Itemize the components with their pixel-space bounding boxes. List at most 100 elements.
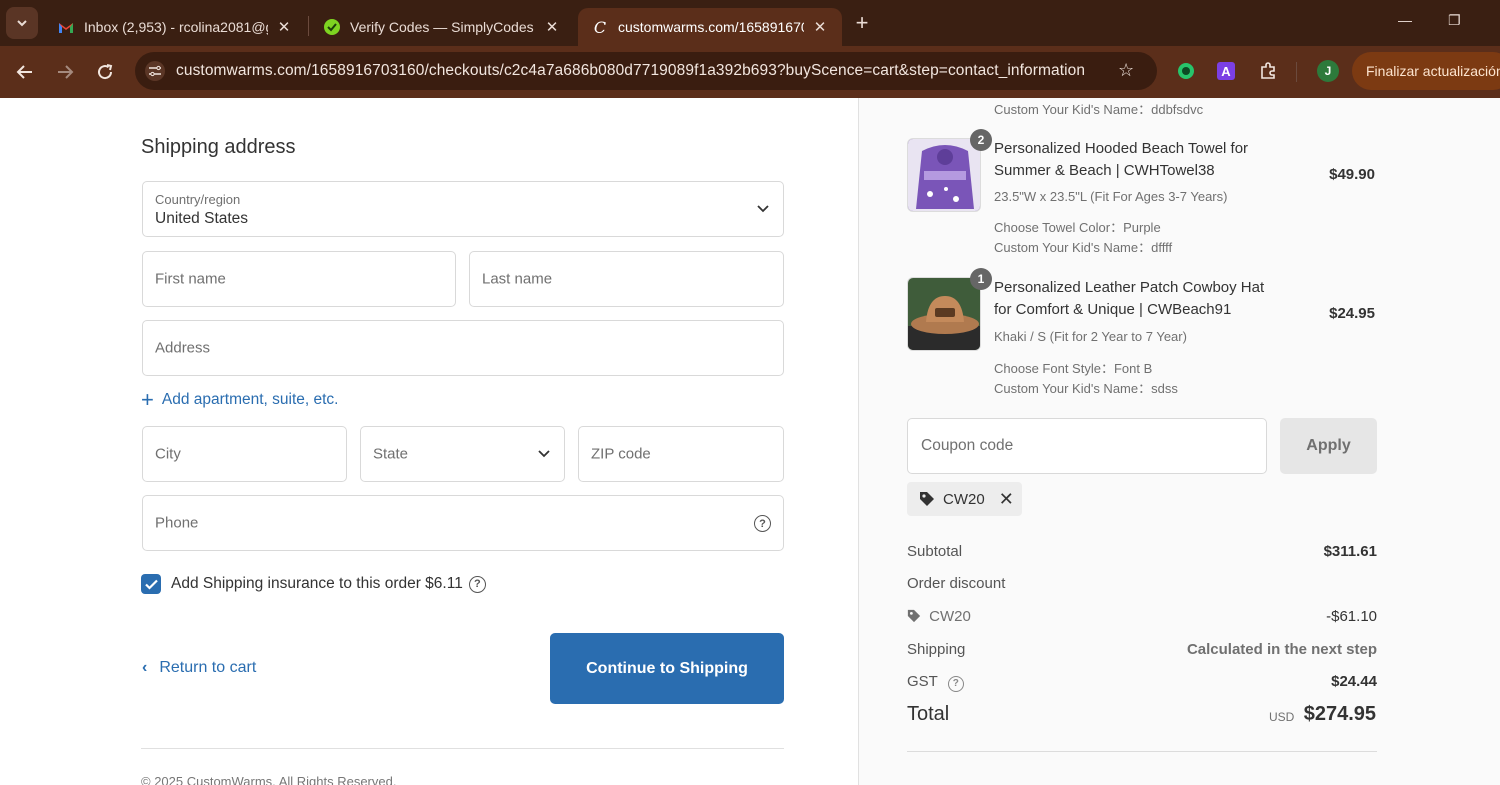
tab-title: Inbox (2,953) - rcolina2081@gm [84,19,268,35]
order-summary: Custom Your Kid's Name：ddbfsdvc 2 Person… [858,98,1500,785]
zip-code-placeholder: ZIP code [591,445,651,463]
shipping-row: Shipping Calculated in the next step [907,641,1377,658]
discount-code-row: CW20 -$61.10 [907,608,1377,625]
profile-avatar[interactable]: J [1317,60,1339,82]
apply-coupon-button[interactable]: Apply [1280,418,1377,474]
product-name: Personalized Leather Patch Cowboy Hat fo… [994,279,1265,318]
product-variant: 23.5"W x 23.5"L (Fit For Ages 3-7 Years) [994,189,1228,204]
help-icon[interactable]: ? [947,675,964,692]
order-discount-label: Order discount [907,575,1006,592]
city-placeholder: City [155,445,181,463]
first-name-field[interactable]: First name [142,251,456,307]
tab-customwarms[interactable]: C customwarms.com/1658916703 ✕ [578,8,842,46]
coupon-placeholder: Coupon code [921,437,1014,454]
tab-gmail[interactable]: Inbox (2,953) - rcolina2081@gm ✕ [44,8,306,46]
quantity-badge: 2 [970,129,992,151]
add-apartment-label: Add apartment, suite, etc. [161,391,339,408]
last-name-placeholder: Last name [482,270,553,288]
site-settings-icon[interactable] [145,61,165,81]
extension-green-icon[interactable] [1175,60,1197,82]
remove-coupon-icon[interactable]: ✕ [999,489,1014,510]
chevron-down-icon [17,20,27,27]
copyright-text: © 2025 CustomWarms. All Rights Reserved. [141,774,397,785]
gst-label: GST [907,673,938,690]
summary-divider [907,751,1377,752]
insurance-option[interactable]: Add Shipping insurance to this order $6.… [141,574,486,594]
reload-icon [98,64,113,80]
browser-tab-bar: Inbox (2,953) - rcolina2081@gm ✕ Verify … [0,0,1500,46]
checkmark-icon [144,579,158,590]
quantity-badge: 1 [970,268,992,290]
towel-product-image [907,138,981,212]
bookmark-star-icon[interactable]: ☆ [1118,60,1134,81]
close-tab-icon[interactable]: ✕ [544,18,560,36]
new-tab-button[interactable]: + [850,12,874,36]
insurance-checkbox[interactable] [141,574,161,594]
city-field[interactable]: City [142,426,347,482]
minimize-button[interactable]: — [1398,12,1412,28]
address-placeholder: Address [155,339,211,357]
tab-simplycodes[interactable]: Verify Codes — SimplyCodes ✕ [310,8,574,46]
shipping-value: Calculated in the next step [1186,641,1377,658]
zip-code-field[interactable]: ZIP code [578,426,784,482]
back-button[interactable] [12,59,38,85]
product-price: $24.95 [1329,305,1375,322]
hat-product-image [907,277,981,351]
address-bar[interactable]: customwarms.com/1658916703160/checkouts/… [135,52,1157,90]
arrow-left-icon [16,65,32,79]
state-placeholder: State [373,445,409,463]
product-option: Choose Towel Color：Purple [994,220,1161,235]
return-to-cart-label: Return to cart [159,659,257,676]
add-apartment-link[interactable]: + Add apartment, suite, etc. [141,389,339,411]
help-icon[interactable]: ? [468,575,486,593]
chevron-down-icon [538,450,550,458]
arrow-right-icon [58,65,74,79]
country-label: Country/region [155,192,241,207]
last-name-field[interactable]: Last name [469,251,784,307]
continue-to-shipping-button[interactable]: Continue to Shipping [550,633,784,704]
subtotal-label: Subtotal [907,543,963,560]
svg-text:A: A [1221,64,1231,79]
tag-icon [907,609,921,623]
toolbar-divider [1296,62,1297,82]
extension-a-icon[interactable]: A [1215,60,1237,82]
applied-coupon-chip: CW20 ✕ [907,482,1022,516]
previous-item-option: Custom Your Kid's Name：ddbfsdvc [994,102,1204,117]
product-price: $49.90 [1329,166,1375,183]
forward-button[interactable] [52,59,78,85]
chevron-left-icon: ‹ [142,659,148,676]
return-to-cart-link[interactable]: ‹ Return to cart [142,659,256,677]
chevron-down-icon [757,205,769,213]
product-option: Custom Your Kid's Name：sdss [994,381,1178,396]
extensions-puzzle-icon[interactable] [1257,60,1279,82]
tab-search-button[interactable] [6,7,38,39]
tab-divider [308,16,309,36]
product-option: Choose Font Style：Font B [994,361,1153,376]
close-tab-icon[interactable]: ✕ [812,18,828,36]
phone-field[interactable]: Phone ? [142,495,784,551]
discount-code: CW20 [929,608,971,625]
browser-toolbar: customwarms.com/1658916703160/checkouts/… [0,46,1500,98]
help-icon[interactable]: ? [754,515,771,532]
phone-placeholder: Phone [155,514,199,532]
product-option: Custom Your Kid's Name：dffff [994,240,1173,255]
country-select[interactable]: Country/region United States [142,181,784,237]
reload-button[interactable] [92,59,118,85]
state-select[interactable]: State [360,426,565,482]
shipping-label: Shipping [907,641,966,658]
update-browser-button[interactable]: Finalizar actualización [1352,52,1500,90]
coupon-code-field[interactable]: Coupon code [907,418,1267,474]
product-name: Personalized Hooded Beach Towel for Summ… [994,140,1249,179]
close-tab-icon[interactable]: ✕ [276,18,292,36]
address-field[interactable]: Address [142,320,784,376]
checkout-form: Shipping address Country/region United S… [0,98,858,785]
simplycodes-icon [324,19,340,35]
first-name-placeholder: First name [155,270,226,288]
restore-button[interactable]: ❐ [1448,12,1461,29]
gmail-icon [58,19,74,35]
gst-row: GST ? $24.44 [907,673,1377,692]
subtotal-value: $311.61 [1323,543,1377,560]
gst-value: $24.44 [1331,673,1377,690]
tab-title: Verify Codes — SimplyCodes [350,19,534,35]
total-label: Total [907,703,950,725]
